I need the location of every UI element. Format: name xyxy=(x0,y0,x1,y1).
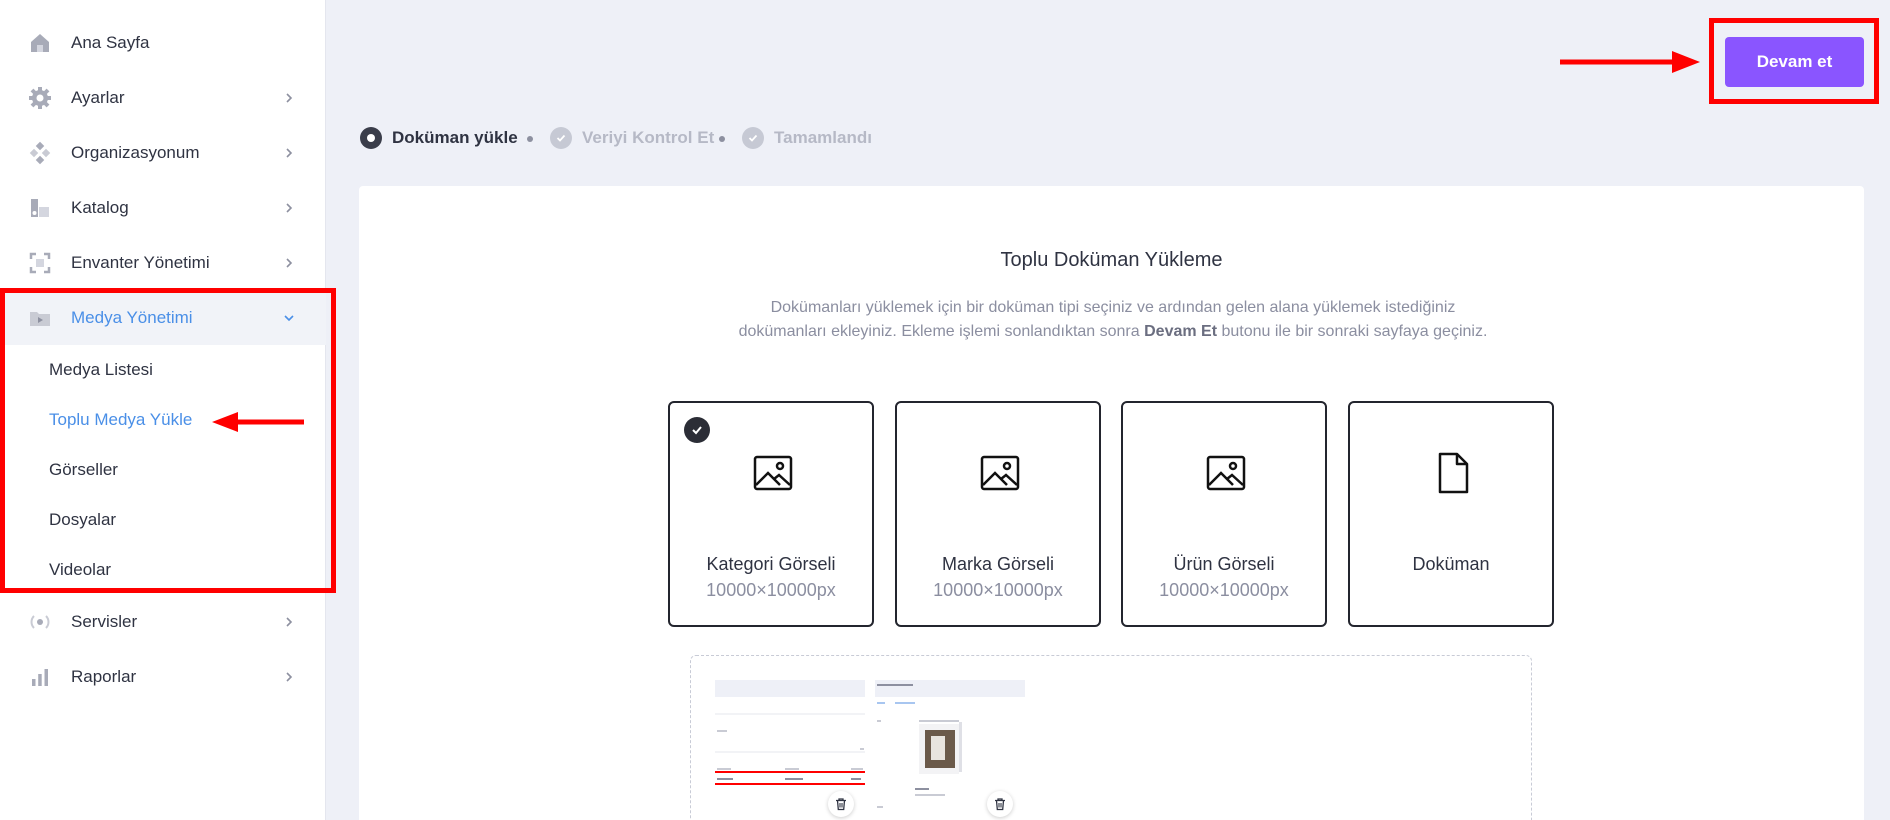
step-label: Veriyi Kontrol Et xyxy=(582,128,715,147)
doc-type-product-image[interactable]: Ürün Görseli 10000×10000px xyxy=(1121,401,1327,627)
trash-icon[interactable] xyxy=(828,791,854,817)
chevron-right-icon xyxy=(281,90,297,106)
sidebar-item-settings[interactable]: Ayarlar xyxy=(0,70,326,125)
sidebar-item-home[interactable]: Ana Sayfa xyxy=(0,15,326,70)
sidebar-item-inventory[interactable]: Envanter Yönetimi xyxy=(0,235,326,290)
inventory-icon xyxy=(28,251,52,275)
doc-type-category-image[interactable]: Kategori Görseli 10000×10000px xyxy=(668,401,874,627)
image-icon xyxy=(1206,455,1246,491)
chevron-right-icon xyxy=(281,255,297,271)
sidebar-item-label: Medya Yönetimi xyxy=(71,307,193,327)
page-title: Toplu Doküman Yükleme xyxy=(1000,249,1223,271)
sidebar-item-organization[interactable]: Organizasyonum xyxy=(0,125,326,180)
doc-type-name: Marka Görseli xyxy=(941,554,1055,574)
check-circle-icon xyxy=(550,127,572,149)
reports-icon xyxy=(28,665,52,689)
sidebar-item-services[interactable]: Servisler xyxy=(0,594,326,649)
step-label: Doküman yükle xyxy=(392,128,518,147)
trash-icon[interactable] xyxy=(987,791,1013,817)
catalog-icon xyxy=(28,196,52,220)
organization-icon xyxy=(28,141,52,165)
gear-icon xyxy=(28,86,52,110)
chevron-right-icon xyxy=(281,145,297,161)
doc-type-document[interactable]: Doküman xyxy=(1348,401,1554,627)
doc-type-brand-image[interactable]: Marka Görseli 10000×10000px xyxy=(895,401,1101,627)
step-separator xyxy=(527,136,533,142)
image-icon xyxy=(980,455,1020,491)
step-separator xyxy=(719,136,725,142)
annotation-arrow-right-icon xyxy=(1560,51,1700,73)
step-verify: Veriyi Kontrol Et xyxy=(550,126,714,150)
chevron-right-icon xyxy=(281,614,297,630)
services-icon xyxy=(28,610,52,634)
step-label: Tamamlandı xyxy=(774,128,872,147)
submenu-item-files[interactable]: Dosyalar xyxy=(49,510,116,530)
submenu-item-videos[interactable]: Videolar xyxy=(49,560,111,580)
doc-type-size: 10000×10000px xyxy=(1159,580,1289,600)
doc-type-name: Ürün Görseli xyxy=(1173,554,1275,574)
submenu-item-media-list[interactable]: Medya Listesi xyxy=(49,360,153,380)
step-active-icon xyxy=(360,127,382,149)
check-circle-icon xyxy=(742,127,764,149)
doc-type-size: 10000×10000px xyxy=(706,580,836,600)
doc-type-name: Kategori Görseli xyxy=(706,554,836,574)
sidebar-item-label: Ana Sayfa xyxy=(71,32,150,52)
upload-dropzone[interactable] xyxy=(690,655,1532,820)
submenu-item-images[interactable]: Görseller xyxy=(49,460,118,480)
check-icon xyxy=(684,417,710,443)
doc-type-name: Doküman xyxy=(1412,554,1490,574)
step-complete: Tamamlandı xyxy=(742,126,872,150)
chevron-right-icon xyxy=(281,669,297,685)
sidebar-item-label: Envanter Yönetimi xyxy=(71,252,210,272)
sidebar-item-label: Organizasyonum xyxy=(71,142,200,162)
upload-card: Toplu Doküman Yükleme Dokümanları yüklem… xyxy=(359,186,1864,820)
doc-type-size: 10000×10000px xyxy=(933,580,1063,600)
home-icon xyxy=(28,31,52,55)
sidebar-item-catalog[interactable]: Katalog xyxy=(0,180,326,235)
submenu-item-bulk-media-upload[interactable]: Toplu Medya Yükle xyxy=(49,410,192,430)
sidebar-item-reports[interactable]: Raporlar xyxy=(0,649,326,704)
sidebar-item-label: Katalog xyxy=(71,197,129,217)
sidebar-item-media[interactable]: Medya Yönetimi xyxy=(0,290,326,345)
continue-button[interactable]: Devam et xyxy=(1725,37,1864,87)
sidebar-item-label: Servisler xyxy=(71,611,138,631)
sidebar-item-label: Ayarlar xyxy=(71,87,125,107)
document-icon xyxy=(1438,452,1469,494)
annotation-arrow-left-icon xyxy=(212,412,304,432)
image-icon xyxy=(753,455,793,491)
step-upload: Doküman yükle xyxy=(360,126,518,150)
chevron-right-icon xyxy=(281,200,297,216)
instructions-text: Dokümanları yüklemek için bir doküman ti… xyxy=(738,299,1488,340)
chevron-down-icon xyxy=(281,310,297,326)
sidebar-item-label: Raporlar xyxy=(71,666,137,686)
media-icon xyxy=(28,306,52,330)
